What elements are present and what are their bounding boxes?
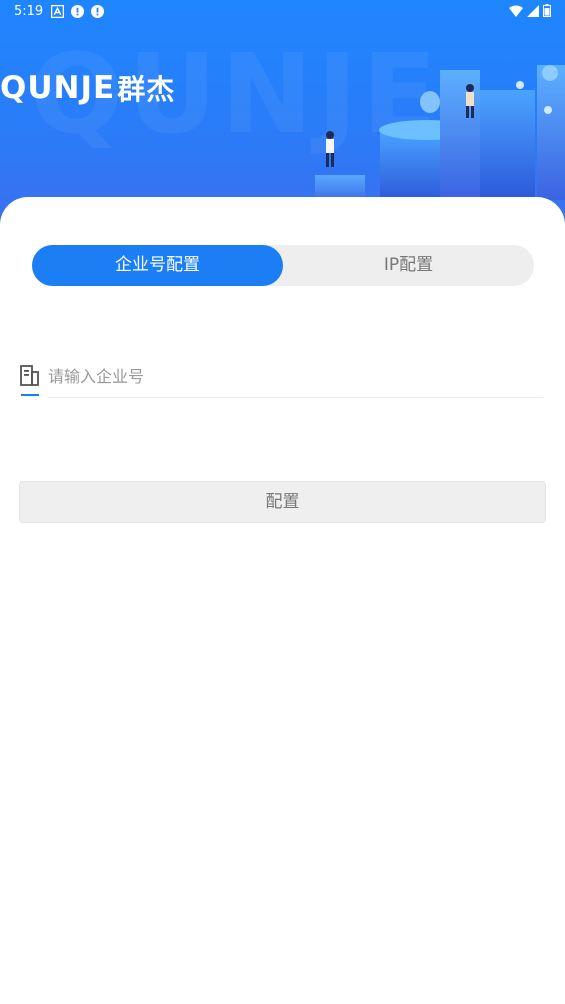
field-accent-line	[21, 394, 39, 396]
a-notification-icon	[51, 5, 64, 18]
tab-enterprise-config[interactable]: 企业号配置	[32, 245, 283, 286]
field-underline	[48, 397, 543, 398]
wifi-icon	[509, 5, 523, 17]
configure-button[interactable]: 配置	[19, 481, 546, 523]
enterprise-input[interactable]	[48, 359, 543, 393]
header-banner: 5:19 QUNJE QUNJE 群杰	[0, 0, 565, 230]
status-time: 5:19	[14, 4, 44, 19]
battery-icon	[543, 4, 551, 17]
alert-icon	[71, 5, 84, 18]
status-bar: 5:19	[0, 0, 565, 24]
enterprise-field	[18, 357, 545, 399]
tab-ip-config[interactable]: IP配置	[283, 245, 534, 286]
logo-latin: QUNJE	[0, 70, 116, 106]
city-illustration-icon	[315, 65, 565, 200]
signal-icon	[527, 4, 539, 17]
config-card: 企业号配置 IP配置 配置	[0, 197, 565, 1004]
config-tabs: 企业号配置 IP配置	[32, 245, 534, 286]
building-icon	[20, 365, 39, 386]
brand-logo: QUNJE 群杰	[0, 68, 175, 108]
logo-chinese: 群杰	[117, 73, 176, 106]
alert-icon	[91, 5, 104, 18]
